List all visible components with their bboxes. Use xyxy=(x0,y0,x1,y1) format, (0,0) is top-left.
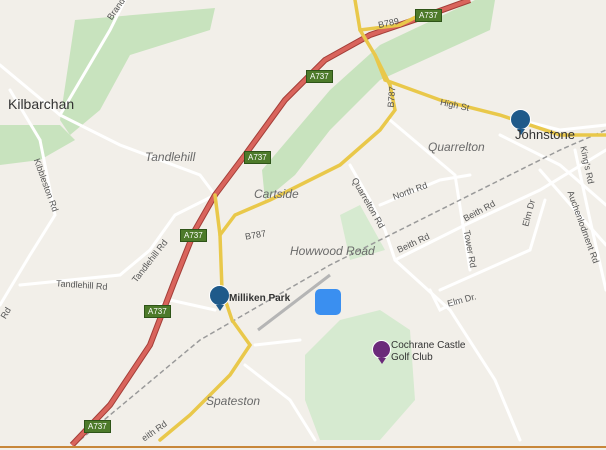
road-shield-a737: A737 xyxy=(244,151,271,164)
road-shield-a737: A737 xyxy=(415,9,442,22)
area-label-howwood-road: Howwood Road xyxy=(290,244,375,258)
road-shield-a737: A737 xyxy=(144,305,171,318)
station-label-milliken-park[interactable]: Milliken Park xyxy=(229,293,290,305)
town-label-johnstone[interactable]: Johnstone xyxy=(515,127,575,142)
poi-label-line: Golf Club xyxy=(391,352,433,363)
area-label-tandlehill: Tandlehill xyxy=(145,150,196,164)
area-label-quarrelton: Quarrelton xyxy=(428,140,485,154)
woodland-area xyxy=(305,310,415,440)
area-label-cartside: Cartside xyxy=(254,187,299,201)
woodland-area xyxy=(60,8,215,135)
road-shield-a737: A737 xyxy=(306,70,333,83)
map-bottom-border xyxy=(0,446,606,448)
map-view[interactable]: Kilbarchan Tandlehill Cartside Howwood R… xyxy=(0,0,606,450)
map-canvas xyxy=(0,0,606,448)
area-label-spateston: Spateston xyxy=(206,394,261,408)
poi-label-line: Cochrane Castle xyxy=(391,340,466,351)
town-label-kilbarchan: Kilbarchan xyxy=(8,96,75,112)
road-label-b787: B787 xyxy=(385,86,398,108)
train-station-icon[interactable] xyxy=(209,285,230,311)
road-shield-a737: A737 xyxy=(180,229,207,242)
golf-flag-icon[interactable] xyxy=(372,340,391,364)
poi-label-golf-club[interactable]: Cochrane Castle Golf Club xyxy=(391,340,465,364)
location-marker[interactable] xyxy=(315,289,341,315)
road-shield-a737: A737 xyxy=(84,420,111,433)
